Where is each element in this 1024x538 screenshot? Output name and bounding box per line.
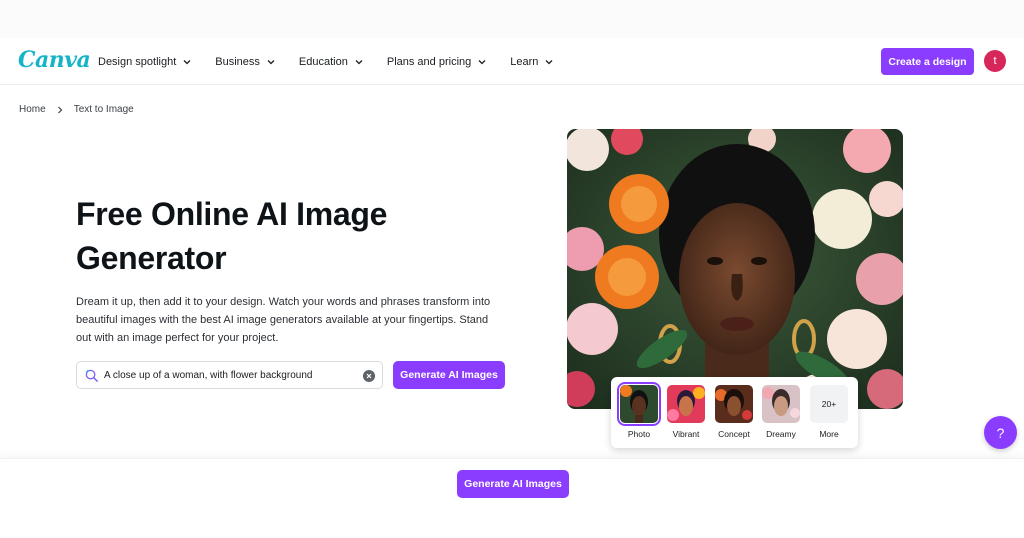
style-option-more[interactable]: 20+ More	[808, 385, 850, 445]
style-label: Concept	[718, 429, 750, 439]
style-thumbnail	[715, 385, 753, 423]
close-icon	[366, 373, 372, 379]
chevron-down-icon	[478, 59, 486, 64]
prompt-field	[76, 361, 383, 389]
page-title: Free Online AI Image Generator	[76, 196, 388, 276]
breadcrumb-current: Text to Image	[73, 104, 134, 115]
nav-label: Plans and pricing	[386, 55, 472, 68]
nav-plans-and-pricing[interactable]: Plans and pricing	[387, 56, 487, 68]
style-label: Vibrant	[672, 429, 700, 439]
prompt-input[interactable]	[104, 366, 354, 384]
chevron-down-icon	[267, 59, 275, 64]
help-button[interactable]: ?	[984, 416, 1017, 449]
breadcrumb-home[interactable]: Home	[19, 104, 46, 115]
create-design-button[interactable]: Create a design	[881, 48, 974, 75]
nav-education[interactable]: Education	[299, 56, 364, 68]
nav-label: Learn	[510, 55, 539, 68]
style-option-concept[interactable]: Concept	[713, 385, 755, 445]
chevron-down-icon	[545, 59, 553, 64]
style-thumbnail	[762, 385, 800, 423]
style-option-vibrant[interactable]: Vibrant	[665, 385, 707, 445]
more-styles-badge: 20+	[810, 385, 848, 423]
top-band	[0, 0, 1024, 38]
sticky-generate-ai-images-button[interactable]: Generate AI Images	[457, 470, 569, 498]
style-label: More	[819, 429, 839, 439]
nav-label: Education	[298, 55, 348, 68]
main-nav: Design spotlight Business Education Plan…	[98, 38, 577, 85]
nav-design-spotlight[interactable]: Design spotlight	[98, 56, 192, 68]
chevron-down-icon	[183, 59, 191, 64]
portrait-illustration	[567, 129, 903, 409]
hero-description: Dream it up, then add it to your design.…	[76, 296, 491, 344]
hero-portrait-image	[567, 129, 903, 409]
breadcrumb: Home Text to Image	[19, 104, 134, 115]
nav-business[interactable]: Business	[215, 56, 276, 68]
style-picker: Photo Vibrant Concept Dreamy 20+ More	[611, 377, 858, 448]
canva-logo[interactable]: Canva	[18, 47, 91, 73]
clear-input-button[interactable]	[363, 370, 375, 382]
site-header: Canva Design spotlight Business Educatio…	[0, 38, 1024, 85]
nav-learn[interactable]: Learn	[510, 56, 554, 68]
chevron-down-icon	[355, 59, 363, 64]
style-label: Photo	[627, 429, 651, 439]
chevron-right-icon	[57, 106, 63, 113]
avatar[interactable]: t	[984, 50, 1006, 72]
style-thumbnail	[667, 385, 705, 423]
magic-search-icon	[85, 369, 98, 382]
style-option-photo[interactable]: Photo	[617, 382, 661, 445]
generate-ai-images-button[interactable]: Generate AI Images	[393, 361, 505, 389]
style-option-dreamy[interactable]: Dreamy	[760, 385, 802, 445]
style-thumbnail	[617, 382, 661, 426]
nav-label: Design spotlight	[98, 55, 177, 68]
style-label: Dreamy	[766, 429, 796, 439]
nav-label: Business	[215, 55, 260, 68]
